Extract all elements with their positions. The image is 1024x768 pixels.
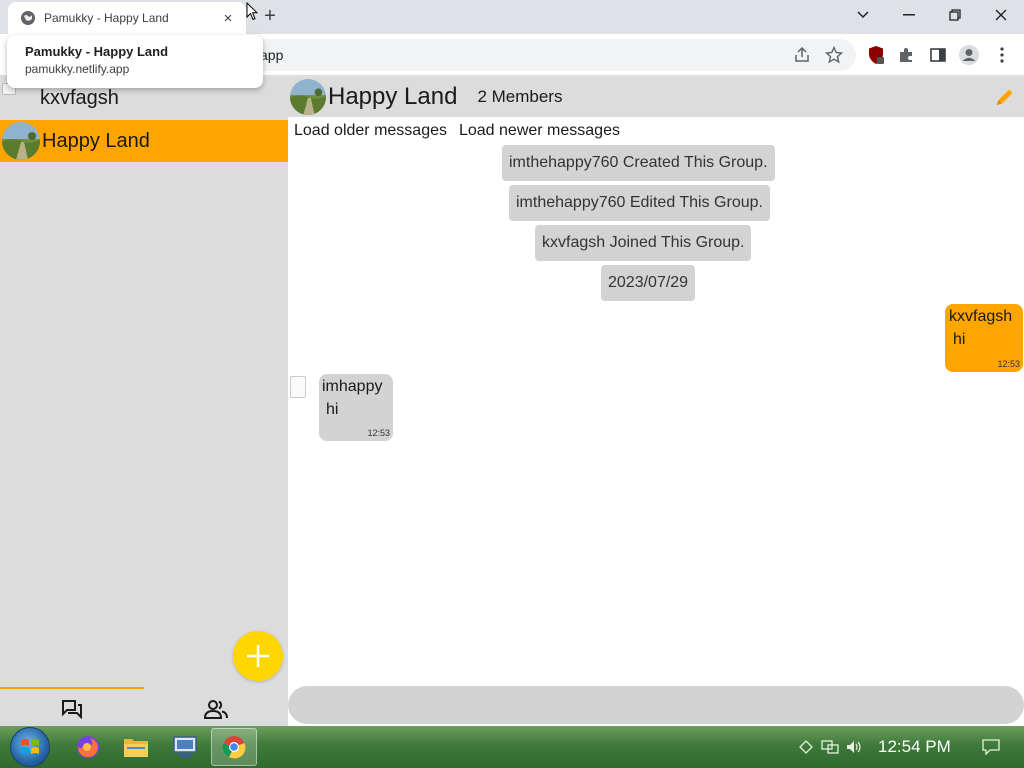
hover-card-url: pamukky.netlify.app bbox=[25, 62, 130, 76]
message-sender: kxvfagsh bbox=[949, 308, 1013, 325]
date-separator: 2023/07/29 bbox=[601, 265, 696, 301]
menu-kebab-icon[interactable] bbox=[991, 44, 1013, 66]
tab-search-icon[interactable] bbox=[840, 0, 886, 30]
sidebar-tab-bar bbox=[0, 687, 288, 726]
restore-icon[interactable] bbox=[932, 0, 978, 30]
message-bubble-incoming[interactable]: imhappy hi 12:53 bbox=[319, 374, 393, 441]
tab-chats[interactable] bbox=[0, 697, 144, 721]
system-message: imthehappy760 Edited This Group. bbox=[509, 185, 770, 221]
minimize-icon[interactable] bbox=[886, 0, 932, 30]
current-user-name: kxvfagsh bbox=[40, 86, 119, 109]
share-icon[interactable] bbox=[791, 44, 813, 66]
chat-sidebar: kxvfagsh Happy Land bbox=[0, 77, 288, 726]
chat-main: Happy Land 2 Members Load older messages… bbox=[288, 77, 1024, 726]
chat-title: Happy Land bbox=[328, 83, 458, 110]
side-panel-icon[interactable] bbox=[927, 44, 949, 66]
start-button[interactable] bbox=[10, 727, 50, 767]
firefox-icon bbox=[77, 736, 99, 758]
system-message: kxvfagsh Joined This Group. bbox=[535, 225, 752, 261]
message-time: 12:53 bbox=[367, 428, 390, 438]
browser-tab[interactable]: Pamukky - Happy Land × bbox=[8, 2, 246, 34]
tab-title: Pamukky - Happy Land bbox=[44, 11, 169, 25]
message-time: 12:53 bbox=[997, 359, 1020, 369]
active-tab-indicator bbox=[0, 687, 144, 689]
windows-logo-icon bbox=[21, 739, 39, 754]
bookmark-star-icon[interactable] bbox=[823, 44, 845, 66]
taskbar-firefox[interactable] bbox=[65, 728, 111, 766]
taskbar-network-tool[interactable] bbox=[162, 728, 208, 766]
chat-list-item-label: Happy Land bbox=[42, 129, 150, 152]
group-avatar bbox=[2, 122, 40, 160]
tray-volume-icon[interactable] bbox=[845, 738, 863, 756]
plus-icon bbox=[247, 645, 269, 667]
windows-taskbar: 12:54 PM bbox=[0, 726, 1024, 768]
message-text: hi bbox=[326, 401, 339, 418]
member-count[interactable]: 2 Members bbox=[477, 87, 562, 107]
load-older-messages-link[interactable]: Load older messages bbox=[294, 122, 447, 140]
taskbar-clock[interactable]: 12:54 PM bbox=[878, 737, 951, 757]
chat-list-item-happy-land[interactable]: Happy Land bbox=[0, 120, 288, 162]
message-sender: imhappy bbox=[322, 378, 383, 395]
extensions-puzzle-icon[interactable] bbox=[895, 44, 917, 66]
close-window-icon[interactable] bbox=[978, 0, 1024, 30]
sender-avatar-broken-image bbox=[290, 376, 306, 398]
globe-icon bbox=[20, 10, 36, 26]
edit-group-pencil-icon[interactable] bbox=[994, 86, 1016, 108]
chats-icon bbox=[62, 700, 82, 719]
tab-hover-card: Pamukky - Happy Land pamukky.netlify.app bbox=[7, 35, 263, 88]
chat-header[interactable]: Happy Land 2 Members bbox=[288, 77, 1024, 117]
chat-header-avatar bbox=[290, 79, 326, 115]
new-tab-button[interactable]: + bbox=[258, 4, 282, 28]
message-bubble-outgoing[interactable]: kxvfagsh hi 12:53 bbox=[945, 304, 1023, 372]
browser-tabstrip: Pamukky - Happy Land × + bbox=[0, 0, 1024, 34]
tray-network-icon[interactable] bbox=[821, 738, 839, 756]
hover-card-title: Pamukky - Happy Land bbox=[25, 44, 169, 59]
system-message: imthehappy760 Created This Group. bbox=[502, 145, 775, 181]
load-messages-links: Load older messages Load newer messages bbox=[294, 122, 620, 140]
load-newer-messages-link[interactable]: Load newer messages bbox=[459, 122, 620, 140]
network-computer-icon bbox=[173, 736, 197, 758]
taskbar-file-explorer[interactable] bbox=[113, 728, 159, 766]
folder-icon bbox=[124, 739, 148, 757]
people-icon bbox=[204, 700, 228, 719]
action-center-icon[interactable] bbox=[982, 738, 1000, 756]
tab-close-icon[interactable]: × bbox=[220, 10, 236, 27]
profile-icon[interactable] bbox=[958, 44, 980, 66]
chrome-icon bbox=[222, 736, 246, 759]
new-chat-button[interactable] bbox=[233, 631, 283, 681]
mouse-cursor-icon bbox=[246, 2, 258, 21]
message-composer-input[interactable] bbox=[288, 686, 1024, 724]
taskbar-chrome[interactable] bbox=[211, 728, 257, 766]
ublock-extension-icon[interactable] bbox=[865, 44, 887, 66]
tab-people[interactable] bbox=[144, 697, 288, 721]
tray-diamond-icon[interactable] bbox=[797, 738, 815, 756]
message-text: hi bbox=[953, 331, 966, 348]
